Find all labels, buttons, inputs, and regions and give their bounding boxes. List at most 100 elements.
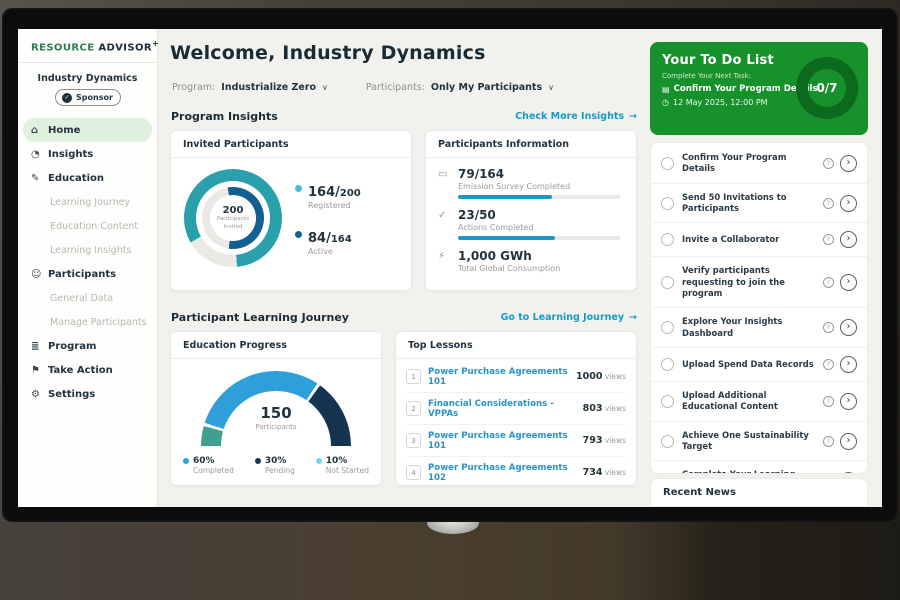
help-icon[interactable]: ? [823,359,834,370]
gauge-center-label: Participants [201,423,351,431]
task-explore-your-insights-dashboard: Explore Your Insights Dashboard ? › [651,308,867,348]
help-icon[interactable]: ? [823,198,834,209]
sidebar-item-education-content[interactable]: Education Content [18,214,157,238]
task-checkbox[interactable] [661,321,674,334]
task-checkbox[interactable] [661,395,674,408]
section-heading-learning-journey: Participant Learning Journey [171,311,349,324]
task-confirm-your-program-details: Confirm Your Program Details ? › [651,144,867,184]
lesson-link[interactable]: Financial Considerations - VPPAs [428,399,583,419]
todo-tasks-card: Confirm Your Program Details ? › Send 50… [650,142,868,474]
clock-icon: ◷ [662,98,669,107]
chevron-right-icon[interactable]: › [840,433,857,450]
task-checkbox[interactable] [661,276,674,289]
sidebar-item-home[interactable]: ⌂ Home [23,118,152,142]
participants-icon: ☺ [31,269,48,280]
program-insights-header: Program Insights Check More Insights→ [171,110,637,123]
chevron-down-icon: ∨ [548,83,554,92]
actions-icon: ✓ [438,210,450,240]
lesson-link[interactable]: Power Purchase Agreements 102 [428,463,583,483]
program-icon: ≣ [31,341,48,352]
legend-item-not-started: 10% Not Started [316,456,369,475]
sidebar-item-insights[interactable]: ◔ Insights [18,142,157,166]
chevron-right-icon[interactable]: › [840,195,857,212]
survey-icon: ▭ [438,169,450,199]
lesson-rank-badge: 1 [406,369,421,384]
arrow-right-icon: → [629,312,637,323]
filters-bar: Program: Industrialize Zero ∨ Participan… [172,82,554,93]
sidebar-item-participants[interactable]: ☺ Participants [18,262,157,286]
task-achieve-one-sustainability-target: Achieve One Sustainability Target ? › [651,422,867,462]
legend-dot [255,458,261,464]
lesson-views-suffix: views [602,372,626,381]
chevron-right-icon[interactable]: › [840,472,857,474]
lesson-views-suffix: views [602,436,626,445]
help-icon[interactable]: ? [823,322,834,333]
chevron-right-icon[interactable]: › [840,274,857,291]
todo-progress-ring: 0/7 [796,57,858,119]
education-progress-card: Education Progress 150 Participants 60% [170,331,382,486]
chevron-right-icon[interactable]: › [840,231,857,248]
help-icon[interactable]: ? [823,436,834,447]
task-checkbox[interactable] [661,358,674,371]
task-checkbox[interactable] [661,197,674,210]
bulb-icon: ⚡ [438,251,450,277]
chevron-right-icon[interactable]: › [840,155,857,172]
task-invite-a-collaborator: Invite a Collaborator ? › [651,223,867,257]
lesson-views-count: 803 [583,403,603,414]
task-send-50-invitations-to-participants: Send 50 Invitations to Participants ? › [651,184,867,224]
sidebar-item-learning-insights[interactable]: Learning Insights [18,238,157,262]
chevron-right-icon[interactable]: › [840,356,857,373]
sidebar-nav: ⌂ Home ◔ Insights ✎ Education Learning J… [18,118,157,406]
invited-donut-chart: 200 Participants Invited [184,169,282,267]
sidebar-item-general-data[interactable]: General Data [18,286,157,310]
lesson-link[interactable]: Power Purchase Agreements 101 [428,367,576,387]
go-to-learning-journey-link[interactable]: Go to Learning Journey→ [501,312,637,323]
sidebar-item-program[interactable]: ≣ Program [18,334,157,358]
lesson-rank-badge: 2 [406,401,421,416]
chevron-right-icon[interactable]: › [840,393,857,410]
chevron-right-icon[interactable]: › [840,319,857,336]
participants-filter-label: Participants: [366,82,425,93]
sidebar-item-settings[interactable]: ⚙ Settings [18,382,157,406]
card-title: Participants Information [426,131,636,158]
program-filter-label: Program: [172,82,215,93]
recent-news-title: Recent News [651,479,867,506]
participants-filter[interactable]: Participants: Only My Participants ∨ [366,82,554,93]
todo-progress-count: 0/7 [816,81,837,95]
task-checkbox[interactable] [661,157,674,170]
task-list: Confirm Your Program Details ? › Send 50… [651,144,867,474]
legend-dot [295,231,302,238]
education-icon: ✎ [31,173,48,184]
learning-journey-header: Participant Learning Journey Go to Learn… [171,311,637,324]
task-checkbox[interactable] [661,233,674,246]
task-verify-participants-requesting-to-join-the-program: Verify participants requesting to join t… [651,257,867,308]
lesson-power-purchase-agreements-102: 4 Power Purchase Agreements 102 734 view… [406,457,626,486]
program-filter[interactable]: Program: Industrialize Zero ∨ [172,82,328,93]
lesson-power-purchase-agreements-101: 3 Power Purchase Agreements 101 793 view… [406,425,626,457]
help-icon[interactable]: ? [823,234,834,245]
app-logo: RESOURCE ADVISOR+ [18,29,157,53]
legend-dot [316,458,322,464]
legend-dot [183,458,189,464]
lesson-link[interactable]: Power Purchase Agreements 101 [428,431,583,451]
lesson-financial-considerations-vppas: 2 Financial Considerations - VPPAs 803 v… [406,393,626,425]
sidebar-item-manage-participants[interactable]: Manage Participants [18,310,157,334]
top-lessons-card: Top Lessons 1 Power Purchase Agreements … [395,331,637,486]
sidebar-item-learning-journey[interactable]: Learning Journey [18,190,157,214]
help-icon[interactable]: ? [823,396,834,407]
section-heading-program-insights: Program Insights [171,110,278,123]
task-upload-additional-educational-content: Upload Additional Educational Content ? … [651,382,867,422]
participants-information-card: Participants Information ▭ 79/164 Emissi… [425,130,637,291]
sidebar-item-take-action[interactable]: ⚑ Take Action [18,358,157,382]
help-icon[interactable]: ? [823,277,834,288]
sponsor-badge-label: Sponsor [76,93,113,102]
lesson-views-count: 1000 [576,371,602,382]
task-checkbox[interactable] [661,435,674,448]
legend-item-registered: 164/200 Registered [295,181,361,210]
education-progress-gauge: 150 Participants [201,371,351,447]
check-more-insights-link[interactable]: Check More Insights→ [515,111,637,122]
sponsor-badge-icon: ✓ [62,93,72,103]
sidebar-item-education[interactable]: ✎ Education [18,166,157,190]
help-icon[interactable]: ? [823,158,834,169]
invited-participants-card: Invited Participants 200 Participants In… [170,130,412,291]
